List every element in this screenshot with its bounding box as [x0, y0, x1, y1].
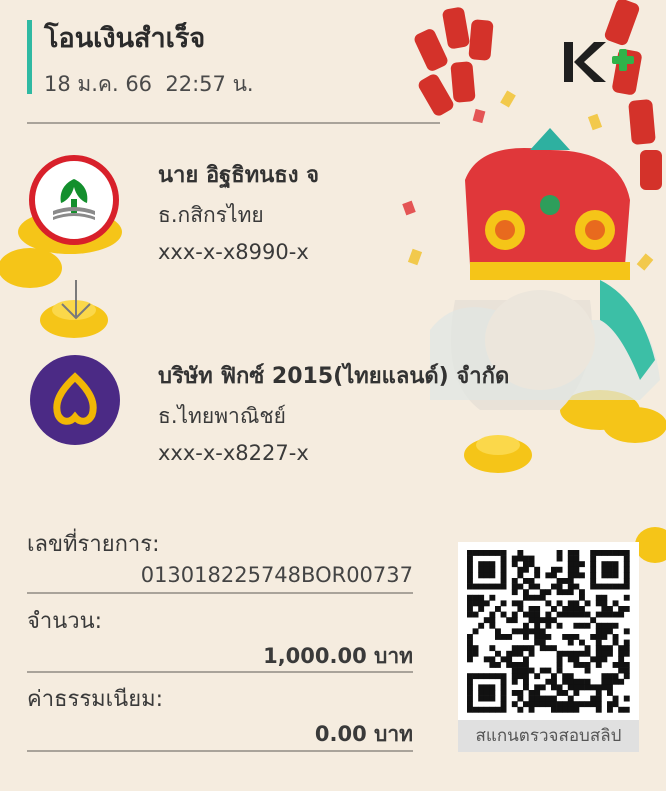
divider: [27, 592, 413, 594]
scb-bank-logo-icon: [30, 355, 120, 445]
sender-bank: ธ.กสิกรไทย: [158, 203, 264, 227]
divider: [27, 750, 413, 752]
qr-caption: สแกนตรวจสอบสลิป: [458, 720, 639, 752]
amount-value: 1,000.00 บาท: [263, 644, 413, 668]
receiver-account: xxx-x-x8227-x: [158, 441, 309, 465]
amount-label: จำนวน:: [27, 609, 103, 634]
divider: [27, 671, 413, 673]
fee-label: ค่าธรรมเนียม:: [27, 687, 163, 712]
transaction-datetime: 18 ม.ค. 66 22:57 น.: [44, 72, 254, 96]
qr-code-icon[interactable]: [458, 542, 639, 720]
sender-name: นาย อิฐธิทนธง จ: [158, 163, 319, 188]
receiver-bank: ธ.ไทยพาณิชย์: [158, 404, 286, 428]
arrow-down-icon: [61, 280, 91, 320]
title-accent-bar: [27, 20, 32, 94]
header-divider: [27, 122, 440, 124]
page-title: โอนเงินสำเร็จ: [44, 23, 206, 54]
reference-label: เลขที่รายการ:: [27, 532, 160, 557]
reference-value: 013018225748BOR00737: [140, 563, 413, 587]
fee-value: 0.00 บาท: [314, 722, 413, 746]
confetti-icon: [407, 90, 654, 271]
receiver-name: บริษัท ฟิกซ์ 2015(ไทยแลนด์) จำกัด: [158, 364, 510, 389]
k-plus-logo-icon: [564, 42, 634, 82]
firecracker-icon: [414, 0, 662, 190]
kasikorn-bank-logo-icon: [29, 155, 119, 245]
sender-account: xxx-x-x8990-x: [158, 240, 309, 264]
